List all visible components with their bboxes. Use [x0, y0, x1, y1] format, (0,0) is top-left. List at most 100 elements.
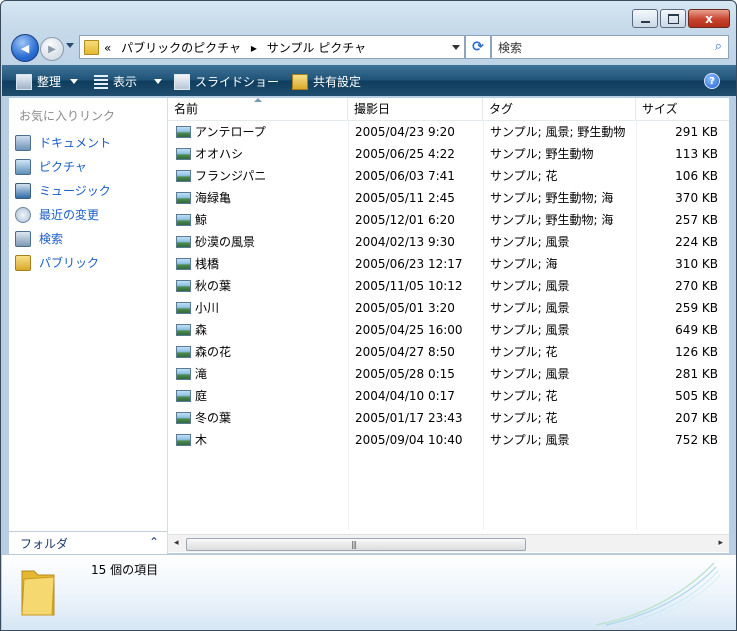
- file-name: 木: [195, 433, 208, 447]
- maximize-button[interactable]: [660, 9, 686, 28]
- table-row[interactable]: 森 2005/04/25 16:00 サンプル; 風景 649 KB: [168, 319, 729, 341]
- search-box[interactable]: 検索 ⌕: [491, 35, 729, 59]
- pictures-icon: [15, 158, 31, 175]
- navigation-bar: ◀ ▶ « パブリックのピクチャ ▸ サンプル ピクチャ ⟳ 検索 ⌕: [9, 33, 731, 62]
- sidebar-item-label: パブリック: [39, 256, 100, 270]
- search-placeholder: 検索: [498, 41, 523, 55]
- file-date: 2005/04/25 16:00: [355, 323, 463, 337]
- search-icon[interactable]: ⌕: [715, 39, 722, 54]
- column-header-date[interactable]: 撮影日: [348, 98, 483, 120]
- image-file-icon: [176, 434, 191, 446]
- minimize-button[interactable]: [632, 9, 658, 28]
- image-file-icon: [176, 258, 191, 270]
- views-menu[interactable]: 表示: [94, 73, 163, 90]
- table-row[interactable]: 桟橋 2005/06/23 12:17 サンプル; 海 310 KB: [168, 253, 729, 275]
- scrollbar-thumb[interactable]: |||: [186, 538, 526, 551]
- file-size: 281 KB: [675, 367, 718, 381]
- organize-menu[interactable]: 整理: [16, 73, 79, 90]
- address-dropdown-icon[interactable]: [452, 45, 460, 50]
- sidebar-item-label: ミュージック: [39, 184, 111, 198]
- file-date: 2005/09/04 10:40: [355, 433, 463, 447]
- table-row[interactable]: アンテロープ 2005/04/23 9:20 サンプル; 風景; 野生動物 291 K…: [168, 121, 729, 143]
- image-file-icon: [176, 236, 191, 248]
- file-size: 126 KB: [675, 345, 718, 359]
- chevron-down-icon: [154, 79, 163, 84]
- file-date: 2005/06/03 7:41: [355, 169, 455, 183]
- table-row[interactable]: 小川 2005/05/01 3:20 サンプル; 風景 259 KB: [168, 297, 729, 319]
- views-icon: [94, 74, 108, 89]
- file-date: 2005/04/27 8:50: [355, 345, 455, 359]
- horizontal-scrollbar[interactable]: ◂ ||| ▸: [168, 534, 729, 552]
- file-date: 2005/06/25 4:22: [355, 147, 455, 161]
- table-row[interactable]: 冬の葉 2005/01/17 23:43 サンプル; 花 207 KB: [168, 407, 729, 429]
- table-row[interactable]: 砂漠の風景 2004/02/13 9:30 サンプル; 風景 224 KB: [168, 231, 729, 253]
- help-button[interactable]: ?: [704, 73, 720, 89]
- explorer-window: x ◀ ▶ « パブリックのピクチャ ▸ サンプル ピクチャ ⟳ 検索 ⌕ 整理: [0, 0, 737, 631]
- slideshow-icon: [174, 73, 190, 90]
- scroll-right-icon[interactable]: ▸: [718, 538, 723, 548]
- column-header-label: タグ: [489, 102, 514, 116]
- recent-pages-dropdown[interactable]: [66, 43, 74, 48]
- image-file-icon: [176, 192, 191, 204]
- documents-icon: [15, 134, 31, 151]
- breadcrumb-separator-icon[interactable]: ▸: [251, 41, 257, 55]
- file-name: 森: [195, 323, 208, 337]
- scroll-left-icon[interactable]: ◂: [174, 538, 179, 548]
- window-controls: x: [632, 9, 730, 28]
- chevron-down-icon: [70, 79, 79, 84]
- file-name: 鯨: [195, 213, 208, 227]
- close-button[interactable]: x: [688, 9, 730, 28]
- table-row[interactable]: 木 2005/09/04 10:40 サンプル; 風景 752 KB: [168, 429, 729, 451]
- table-row[interactable]: 森の花 2005/04/27 8:50 サンプル; 花 126 KB: [168, 341, 729, 363]
- breadcrumb-overflow[interactable]: «: [104, 41, 111, 55]
- image-file-icon: [176, 126, 191, 138]
- forward-button[interactable]: ▶: [40, 37, 64, 61]
- file-tags: サンプル; 花: [490, 345, 558, 359]
- sidebar-item-music[interactable]: ミュージック: [15, 182, 111, 199]
- table-row[interactable]: 秋の葉 2005/11/05 10:12 サンプル; 風景 270 KB: [168, 275, 729, 297]
- column-header-size[interactable]: サイズ: [636, 98, 729, 120]
- details-pane: 15 個の項目: [2, 554, 736, 630]
- file-size: 224 KB: [675, 235, 718, 249]
- slideshow-label: スライドショー: [195, 75, 280, 89]
- folders-toggle[interactable]: フォルダ ⌃: [9, 531, 167, 554]
- sidebar-item-recent-changes[interactable]: 最近の変更: [15, 206, 99, 223]
- file-size: 270 KB: [675, 279, 718, 293]
- breadcrumb-public-pictures[interactable]: パブリックのピクチャ: [121, 41, 241, 55]
- sidebar-item-public[interactable]: パブリック: [15, 254, 99, 271]
- file-tags: サンプル; 花: [490, 169, 558, 183]
- table-row[interactable]: 滝 2005/05/28 0:15 サンプル; 風景 281 KB: [168, 363, 729, 385]
- table-row[interactable]: 庭 2004/04/10 0:17 サンプル; 花 505 KB: [168, 385, 729, 407]
- image-file-icon: [176, 170, 191, 182]
- back-arrow-icon: ◀: [20, 41, 30, 55]
- sidebar-item-pictures[interactable]: ピクチャ: [15, 158, 87, 175]
- sidebar-item-label: ピクチャ: [39, 160, 87, 174]
- folder-icon: [21, 570, 55, 616]
- file-name: 桟橋: [195, 257, 220, 271]
- table-row[interactable]: 海緑亀 2005/05/11 2:45 サンプル; 野生動物; 海 370 KB: [168, 187, 729, 209]
- table-row[interactable]: フランジパニ 2005/06/03 7:41 サンプル; 花 106 KB: [168, 165, 729, 187]
- sort-ascending-icon: [254, 98, 262, 102]
- file-tags: サンプル; 風景: [490, 301, 570, 315]
- music-icon: [15, 182, 31, 199]
- column-header-row: 名前 撮影日 タグ サイズ: [168, 98, 729, 121]
- slideshow-button[interactable]: スライドショー: [174, 73, 279, 90]
- back-button[interactable]: ◀: [11, 34, 39, 62]
- refresh-button[interactable]: ⟳: [465, 35, 491, 59]
- file-size: 505 KB: [675, 389, 718, 403]
- column-header-name[interactable]: 名前: [168, 98, 348, 120]
- column-header-tags[interactable]: タグ: [483, 98, 636, 120]
- sidebar-item-documents[interactable]: ドキュメント: [15, 134, 111, 151]
- sidebar-item-search[interactable]: 検索: [15, 230, 63, 247]
- file-name: 小川: [195, 301, 220, 315]
- table-row[interactable]: オオハシ 2005/06/25 4:22 サンプル; 野生動物 113 KB: [168, 143, 729, 165]
- address-bar[interactable]: « パブリックのピクチャ ▸ サンプル ピクチャ: [79, 35, 465, 59]
- table-row[interactable]: 鯨 2005/12/01 6:20 サンプル; 野生動物; 海 257 KB: [168, 209, 729, 231]
- breadcrumb-sample-pictures[interactable]: サンプル ピクチャ: [267, 41, 366, 55]
- file-date: 2005/01/17 23:43: [355, 411, 463, 425]
- file-size: 370 KB: [675, 191, 718, 205]
- share-button[interactable]: 共有設定: [292, 73, 361, 90]
- help-icon: ?: [709, 75, 715, 87]
- file-list: 名前 撮影日 タグ サイズ アンテロープ 2005/04/23 9:20 サンプル;…: [168, 98, 729, 553]
- folders-label: フォルダ: [20, 537, 69, 551]
